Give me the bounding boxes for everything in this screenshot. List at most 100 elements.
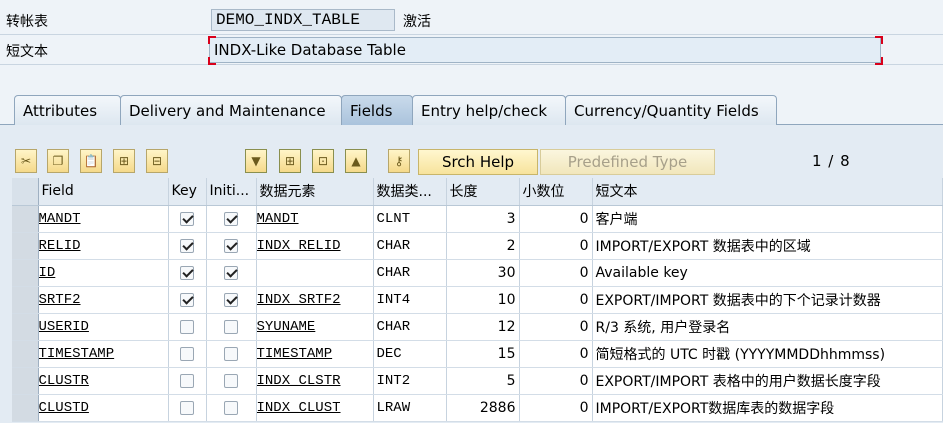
key-checkbox[interactable] [180,265,194,280]
sort-down-button[interactable]: ▼ [245,149,267,173]
column-header-length[interactable]: 长度 [446,178,520,206]
row-selector[interactable] [12,340,39,368]
key-checkbox[interactable] [180,400,194,415]
initial-checkbox[interactable] [224,292,238,307]
short-text-input[interactable]: INDX-Like Database Table [209,37,881,63]
initial-checkbox[interactable] [224,238,238,253]
length-cell[interactable]: 5 [446,367,520,395]
short-text-cell[interactable]: 简短格式的 UTC 时戳 (YYYYMMDDhhmmss) [592,340,943,368]
data-type-cell[interactable]: LRAW [373,394,447,422]
field-name-cell[interactable]: CLUSTR [38,367,169,395]
row-selector[interactable] [12,313,39,341]
initial-checkbox[interactable] [224,373,238,388]
field-name-cell[interactable]: USERID [38,313,169,341]
row-selector[interactable] [12,259,39,287]
data-type-cell[interactable]: DEC [373,340,447,368]
field-name-cell[interactable]: TIMESTAMP [38,340,169,368]
row-selector[interactable] [12,367,39,395]
column-header-field[interactable]: Field [38,178,169,206]
delete-row-button[interactable]: ⊟ [146,149,168,173]
sort-up-button[interactable]: ▲ [345,149,367,173]
key-checkbox[interactable] [180,373,194,388]
cut-button[interactable]: ✂ [15,149,37,173]
data-element-cell[interactable]: MANDT [256,205,374,233]
row-selector[interactable] [12,286,39,314]
field-name-cell[interactable]: RELID [38,232,169,260]
column-header-initial[interactable]: Initi... [206,178,257,206]
key-checkbox[interactable] [180,211,194,226]
data-element-cell[interactable]: INDX_CLSTR [256,367,374,395]
column-header-key[interactable]: Key [168,178,207,206]
data-type-cell[interactable]: INT2 [373,367,447,395]
decimals-cell[interactable]: 0 [519,259,593,287]
data-element-cell[interactable]: INDX_SRTF2 [256,286,374,314]
row-selector[interactable] [12,232,39,260]
column-header-decimals[interactable]: 小数位 [519,178,593,206]
paste-button[interactable]: 📋 [80,149,102,173]
short-text-cell[interactable]: EXPORT/IMPORT 表格中的用户数据长度字段 [592,367,943,395]
length-cell[interactable]: 15 [446,340,520,368]
row-selector[interactable] [12,205,39,233]
short-text-cell[interactable]: Available key [592,259,943,287]
initial-checkbox[interactable] [224,346,238,361]
tab-entry-help-check[interactable]: Entry help/check [412,95,566,125]
initial-checkbox[interactable] [224,319,238,334]
field-name-cell[interactable]: SRTF2 [38,286,169,314]
initial-checkbox[interactable] [224,400,238,415]
initial-checkbox[interactable] [224,211,238,226]
length-cell[interactable]: 2 [446,232,520,260]
data-element-cell[interactable]: SYUNAME [256,313,374,341]
short-text-cell[interactable]: IMPORT/EXPORT 数据表中的区域 [592,232,943,260]
row-selector[interactable] [12,394,39,422]
data-element-cell[interactable]: INDX_RELID [256,232,374,260]
short-text-cell[interactable]: R/3 系统, 用户登录名 [592,313,943,341]
copy-button[interactable]: ❐ [47,149,69,173]
data-type-cell[interactable]: CHAR [373,313,447,341]
field-name-cell[interactable]: CLUSTD [38,394,169,422]
initial-checkbox[interactable] [224,265,238,280]
decimals-cell[interactable]: 0 [519,232,593,260]
data-element-cell[interactable] [256,259,374,287]
short-text-cell[interactable]: 客户端 [592,205,943,233]
key-checkbox[interactable] [180,346,194,361]
row-selector-header[interactable] [12,178,39,206]
data-element-cell[interactable]: TIMESTAMP [256,340,374,368]
column-header-short-text[interactable]: 短文本 [592,178,943,206]
field-name-cell[interactable]: MANDT [38,205,169,233]
decimals-cell[interactable]: 0 [519,367,593,395]
expand-button[interactable]: ⊞ [279,149,301,173]
length-cell[interactable]: 3 [446,205,520,233]
table-name-field[interactable]: DEMO_INDX_TABLE [211,9,395,31]
length-cell[interactable]: 12 [446,313,520,341]
tab-currency-quantity-fields[interactable]: Currency/Quantity Fields [565,95,777,125]
column-header-data-element[interactable]: 数据元素 [256,178,374,206]
decimals-cell[interactable]: 0 [519,286,593,314]
key-checkbox[interactable] [180,238,194,253]
insert-row-button[interactable]: ⊞ [113,149,135,173]
key-checkbox[interactable] [180,292,194,307]
decimals-cell[interactable]: 0 [519,205,593,233]
length-cell[interactable]: 10 [446,286,520,314]
short-text-cell[interactable]: EXPORT/IMPORT 数据表中的下个记录计数器 [592,286,943,314]
data-type-cell[interactable]: CHAR [373,259,447,287]
short-text-cell[interactable]: IMPORT/EXPORT数据库表的数据字段 [592,394,943,422]
data-element-cell[interactable]: INDX_CLUST [256,394,374,422]
srch-help-button[interactable]: Srch Help [418,149,538,175]
predefined-type-button[interactable]: Predefined Type [540,149,715,175]
column-header-data-type[interactable]: 数据类... [373,178,447,206]
key-checkbox[interactable] [180,319,194,334]
tab-fields[interactable]: Fields [341,95,413,125]
data-type-cell[interactable]: CHAR [373,232,447,260]
length-cell[interactable]: 30 [446,259,520,287]
field-name-cell[interactable]: ID [38,259,169,287]
key-button[interactable]: ⚷ [388,149,410,173]
collapse-button[interactable]: ⊡ [312,149,334,173]
decimals-cell[interactable]: 0 [519,313,593,341]
decimals-cell[interactable]: 0 [519,340,593,368]
tab-delivery-maintenance[interactable]: Delivery and Maintenance [120,95,342,125]
data-type-cell[interactable]: INT4 [373,286,447,314]
data-type-cell[interactable]: CLNT [373,205,447,233]
decimals-cell[interactable]: 0 [519,394,593,422]
length-cell[interactable]: 2886 [446,394,520,422]
tab-attributes[interactable]: Attributes [14,95,121,125]
